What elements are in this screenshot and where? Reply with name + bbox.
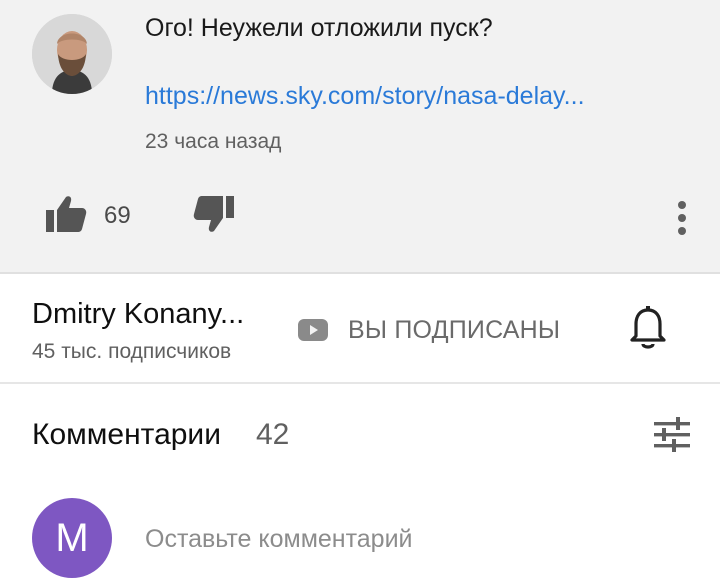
sort-comments-button[interactable]	[650, 414, 694, 456]
comment-text: Ого! Неужели отложили пуск?	[145, 14, 493, 42]
comment-link[interactable]: https://news.sky.com/story/nasa-delay...	[145, 82, 585, 111]
tune-icon	[654, 417, 690, 452]
notification-bell-button[interactable]	[628, 304, 668, 352]
bell-icon	[630, 306, 666, 349]
comments-count: 42	[256, 418, 290, 451]
subscribed-label: ВЫ ПОДПИСАНЫ	[348, 315, 561, 344]
more-vert-icon	[678, 201, 686, 235]
youtube-icon	[298, 319, 328, 341]
comments-header: Комментарии 42	[0, 384, 720, 484]
more-options-button[interactable]	[666, 196, 698, 240]
like-count: 69	[104, 202, 131, 229]
comment-card: Ого! Неужели отложили пуск? https://news…	[0, 0, 720, 274]
commenter-avatar[interactable]	[32, 14, 112, 94]
subscribed-button[interactable]: ВЫ ПОДПИСАНЫ	[298, 310, 560, 350]
comments-title: Комментарии	[32, 418, 221, 451]
like-button[interactable]	[44, 192, 88, 236]
thumbs-down-icon	[193, 196, 234, 232]
subscriber-count: 45 тыс. подписчиков	[32, 340, 232, 363]
channel-row: Dmitry Konany... 45 тыс. подписчиков ВЫ …	[0, 274, 720, 384]
user-photo-icon	[32, 14, 112, 94]
thumbs-up-icon	[46, 196, 87, 232]
dislike-button[interactable]	[190, 192, 238, 236]
comment-timestamp: 23 часа назад	[145, 130, 282, 153]
channel-name[interactable]: Dmitry Konany...	[32, 298, 244, 331]
add-comment-input[interactable]	[145, 522, 685, 556]
add-comment-row: M	[0, 484, 720, 578]
user-avatar[interactable]: M	[32, 498, 112, 578]
